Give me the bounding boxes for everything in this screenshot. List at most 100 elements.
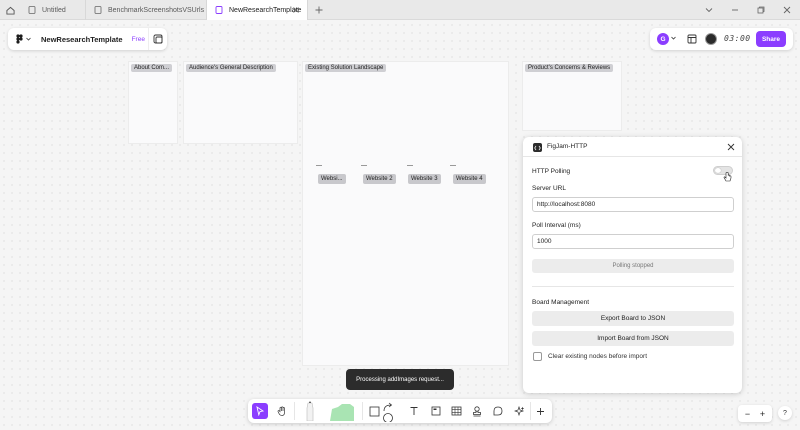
home-icon	[5, 6, 15, 15]
restore-button[interactable]	[755, 4, 767, 16]
plan-badge[interactable]: Free	[132, 36, 145, 43]
plus-icon: +	[759, 408, 766, 419]
ai-tools-button[interactable]	[511, 403, 527, 419]
zoom-out-button[interactable]: −	[741, 407, 754, 420]
hand-icon	[277, 405, 285, 416]
comment-icon	[493, 406, 503, 416]
http-polling-label: HTTP Polling	[532, 168, 571, 175]
layout-icon[interactable]	[687, 34, 697, 44]
stamp-icon	[473, 405, 481, 416]
toggle-sidebar-button[interactable]	[148, 28, 167, 50]
sidebar-toggle-icon	[153, 34, 163, 44]
table-icon	[451, 406, 461, 416]
plugin-title: FigJam-HTTP	[547, 143, 588, 150]
clear-existing-checkbox[interactable]	[533, 352, 542, 361]
zoom-in-button[interactable]: +	[756, 407, 769, 420]
square-shape-icon	[369, 406, 379, 416]
tab-new-research-template[interactable]: NewResearchTemplate	[207, 0, 308, 20]
close-tab-icon[interactable]	[291, 5, 301, 15]
share-button[interactable]: Share	[756, 31, 786, 47]
tab-bar: Untitled BenchmarkScreenshotsVSUrls NewR…	[0, 0, 800, 20]
bottom-toolbar	[248, 399, 552, 423]
section-label: About Com...	[131, 64, 173, 72]
toolbar-separator	[530, 402, 531, 420]
server-url-input[interactable]: http://localhost:8080	[532, 197, 734, 212]
connector-arrow-icon	[383, 402, 393, 422]
text-tool-button[interactable]	[406, 403, 422, 419]
sparkle-icon	[513, 405, 524, 416]
tab-label: Untitled	[42, 6, 66, 14]
plus-icon	[536, 407, 544, 415]
tab-untitled[interactable]: Untitled	[20, 0, 86, 20]
chevron-down-icon[interactable]	[671, 36, 676, 40]
file-icon	[94, 6, 102, 14]
section-product-concerns-reviews[interactable]: Product's Concerns & Reviews	[522, 61, 622, 131]
restore-icon	[757, 6, 765, 14]
website-4-label[interactable]: Website 4	[453, 174, 486, 184]
washi-tape-icon	[330, 404, 354, 421]
tab-benchmark[interactable]: BenchmarkScreenshotsVSUrls	[86, 0, 207, 20]
home-button[interactable]	[0, 0, 20, 20]
file-panel: NewResearchTemplate Free	[8, 28, 167, 50]
timer-icon[interactable]	[705, 33, 717, 45]
minus-icon: −	[744, 408, 751, 419]
import-board-button[interactable]: Import Board from JSON	[532, 331, 734, 346]
hand-tool-button[interactable]	[274, 403, 290, 419]
close-icon	[783, 6, 791, 14]
website-1-label[interactable]: Websi...	[318, 174, 346, 184]
more-tools-button[interactable]	[532, 403, 548, 419]
website-2-label[interactable]: Website 2	[363, 174, 396, 184]
connector-dash	[450, 165, 456, 166]
chevron-down-icon	[26, 37, 31, 41]
new-tab-button[interactable]	[313, 4, 325, 16]
help-button[interactable]: ?	[778, 406, 792, 420]
minimize-button[interactable]	[729, 4, 741, 16]
section-audience-description[interactable]: Audience's General Description	[183, 61, 298, 144]
close-icon[interactable]	[727, 143, 735, 151]
chevron-down-icon	[705, 8, 713, 13]
figma-logo-icon	[16, 34, 23, 44]
connector-dash	[316, 165, 322, 166]
figjam-file-icon	[215, 6, 223, 14]
stamp-tool-button[interactable]	[469, 403, 485, 419]
divider	[532, 286, 734, 287]
tab-label: BenchmarkScreenshotsVSUrls	[108, 6, 205, 14]
avatar[interactable]: G	[657, 33, 669, 45]
comment-tool-button[interactable]	[490, 403, 506, 419]
section-existing-solution-landscape[interactable]: Existing Solution Landscape	[302, 61, 509, 366]
close-window-button[interactable]	[781, 4, 793, 16]
tab-dropdown-button[interactable]	[703, 4, 715, 16]
marker-pen-icon	[306, 401, 314, 421]
cursor-arrow-icon	[256, 406, 265, 416]
toolbar-separator	[362, 402, 363, 420]
section-about-company[interactable]: About Com...	[128, 61, 178, 144]
connector-dash	[361, 165, 367, 166]
polling-status: Polling stopped	[532, 259, 734, 273]
clear-existing-label[interactable]: Clear existing nodes before import	[548, 353, 647, 360]
section-label: Existing Solution Landscape	[305, 64, 387, 72]
move-tool-button[interactable]	[252, 403, 268, 419]
washi-tape-tool-button[interactable]	[328, 401, 356, 421]
file-name[interactable]: NewResearchTemplate	[41, 35, 123, 44]
right-toolbar: G 03:00 Share	[650, 28, 793, 50]
connector-tool-button[interactable]	[380, 401, 396, 423]
export-board-button[interactable]: Export Board to JSON	[532, 311, 734, 326]
poll-interval-input[interactable]: 1000	[532, 234, 734, 249]
file-icon	[28, 6, 36, 14]
section-tool-button[interactable]	[428, 403, 444, 419]
minimize-icon	[732, 9, 738, 11]
connector-dash	[407, 165, 413, 166]
timer-display[interactable]: 03:00	[724, 34, 751, 43]
server-url-label: Server URL	[532, 185, 566, 192]
plus-icon	[315, 6, 323, 14]
code-icon	[533, 143, 542, 152]
plugin-header: FigJam-HTTP	[523, 137, 742, 157]
section-icon	[431, 406, 441, 416]
toast-notification: Processing addImages request...	[346, 369, 454, 390]
table-tool-button[interactable]	[448, 403, 464, 419]
marker-tool-button[interactable]	[302, 401, 318, 421]
section-label: Product's Concerns & Reviews	[525, 64, 614, 72]
website-3-label[interactable]: Website 3	[408, 174, 441, 184]
main-menu-button[interactable]	[16, 34, 31, 44]
board-management-label: Board Management	[532, 299, 590, 306]
